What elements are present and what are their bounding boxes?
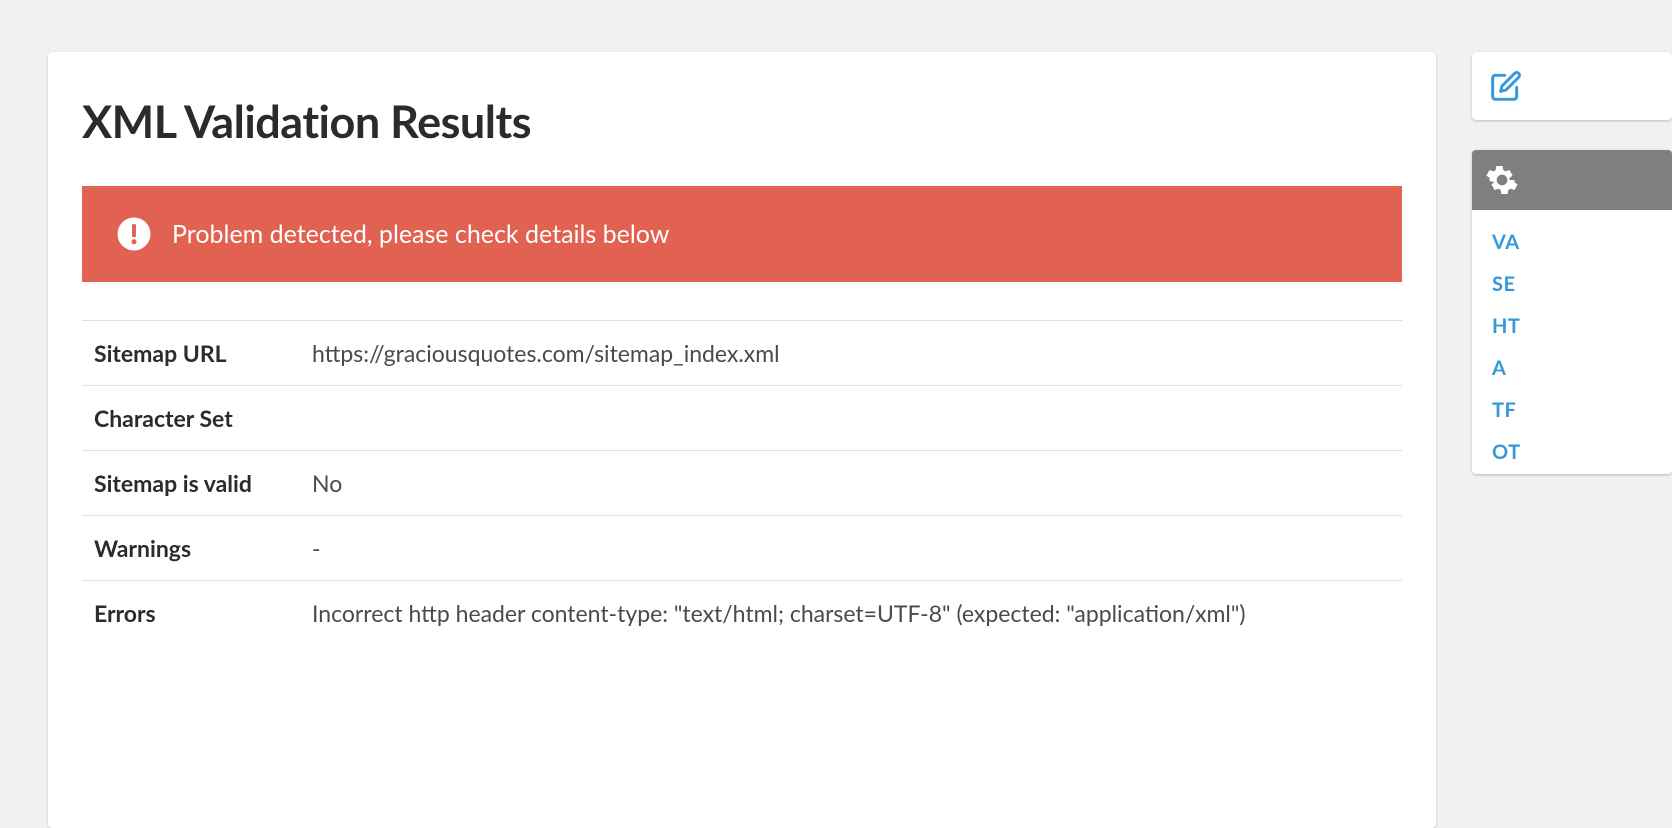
row-label: Warnings (82, 516, 300, 581)
row-label: Character Set (82, 386, 300, 451)
row-value (300, 386, 1402, 451)
page-title: XML Validation Results (82, 94, 1402, 148)
results-table: Sitemap URL https://graciousquotes.com/s… (82, 320, 1402, 645)
sidebar: VA SE HT A TF OT (1472, 52, 1672, 828)
nav-card: VA SE HT A TF OT (1472, 150, 1672, 474)
nav-link[interactable]: TF (1492, 398, 1652, 422)
gear-tab[interactable] (1472, 150, 1672, 210)
table-row: Character Set (82, 386, 1402, 451)
row-value: Incorrect http header content-type: "tex… (300, 581, 1402, 646)
nav-link[interactable]: HT (1492, 314, 1652, 338)
gear-icon (1486, 164, 1518, 196)
nav-link[interactable]: A (1492, 356, 1652, 380)
row-label: Sitemap URL (82, 321, 300, 386)
row-label: Sitemap is valid (82, 451, 300, 516)
table-row: Sitemap is valid No (82, 451, 1402, 516)
nav-links: VA SE HT A TF OT (1472, 210, 1672, 474)
edit-card[interactable] (1472, 52, 1672, 120)
table-row: Warnings - (82, 516, 1402, 581)
table-row: Errors Incorrect http header content-typ… (82, 581, 1402, 646)
nav-link[interactable]: OT (1492, 440, 1652, 464)
row-value: - (300, 516, 1402, 581)
edit-icon (1490, 70, 1522, 102)
nav-link[interactable]: VA (1492, 230, 1652, 254)
row-value: https://graciousquotes.com/sitemap_index… (300, 321, 1402, 386)
nav-link[interactable]: SE (1492, 272, 1652, 296)
alert-box: Problem detected, please check details b… (82, 186, 1402, 282)
row-label: Errors (82, 581, 300, 646)
error-icon (116, 216, 152, 252)
row-value: No (300, 451, 1402, 516)
alert-message: Problem detected, please check details b… (172, 219, 669, 249)
results-card: XML Validation Results Problem detected,… (48, 52, 1436, 828)
table-row: Sitemap URL https://graciousquotes.com/s… (82, 321, 1402, 386)
